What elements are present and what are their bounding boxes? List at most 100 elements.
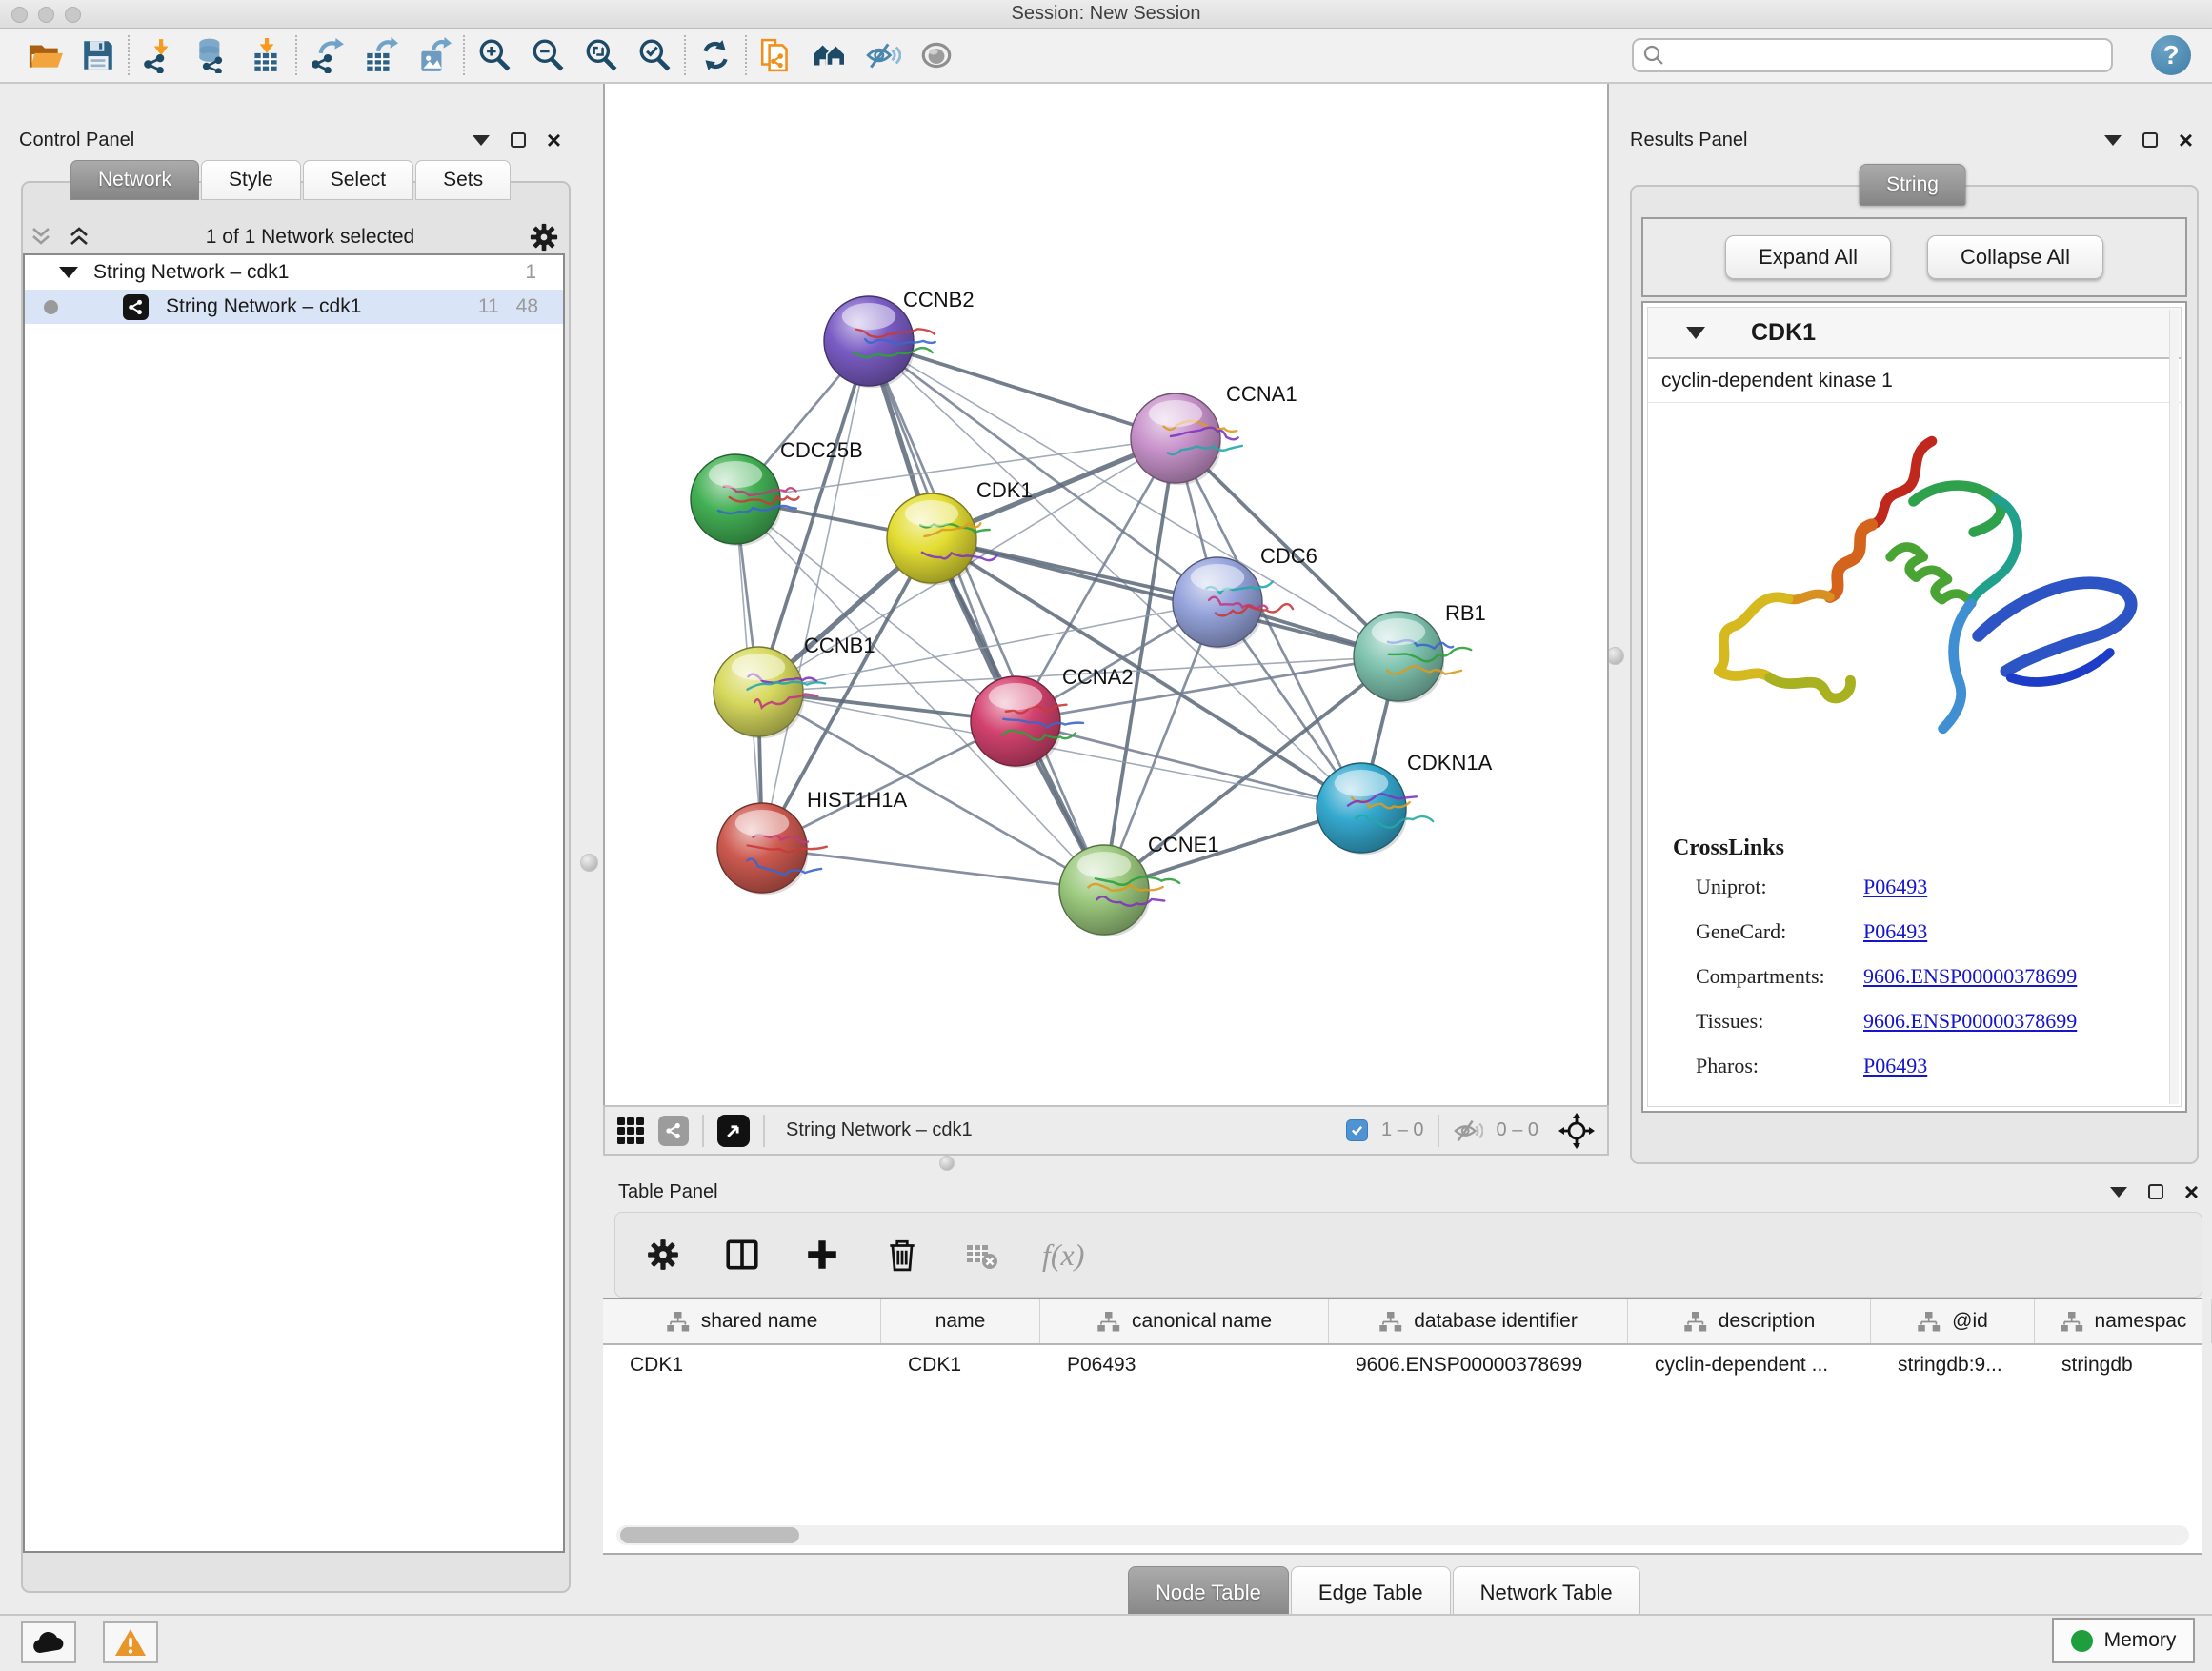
table-settings-gear-icon[interactable] bbox=[646, 1238, 680, 1272]
column-header--id[interactable]: @id bbox=[1871, 1299, 2035, 1343]
selected-items-checkbox-icon[interactable] bbox=[1346, 1119, 1368, 1141]
edge-CCNB2-HIST1H1A[interactable] bbox=[762, 341, 869, 848]
network-options-gear-icon[interactable] bbox=[529, 222, 559, 252]
import-table-file-button[interactable] bbox=[248, 37, 284, 73]
column-header-namespac[interactable]: namespac bbox=[2035, 1299, 2212, 1343]
node-RB1[interactable]: RB1 bbox=[1354, 601, 1486, 703]
import-network-file-button[interactable] bbox=[141, 37, 177, 73]
close-panel-icon[interactable]: × bbox=[2179, 128, 2193, 152]
float-panel-icon[interactable] bbox=[511, 132, 526, 148]
expand-all-button[interactable]: Expand All bbox=[1725, 235, 1891, 279]
scrollbar-thumb[interactable] bbox=[620, 1527, 799, 1543]
warnings-button[interactable] bbox=[103, 1621, 158, 1663]
show-all-button[interactable] bbox=[918, 37, 955, 73]
hide-selected-button[interactable] bbox=[865, 37, 901, 73]
network-view-canvas[interactable]: CCNB2CCNA1CDC25BCDK1CDC6RB1CCNB1CCNA2CDK… bbox=[603, 84, 1609, 1105]
export-table-button[interactable] bbox=[362, 37, 398, 73]
tab-select[interactable]: Select bbox=[303, 160, 413, 200]
node-CCNB2[interactable]: CCNB2 bbox=[824, 288, 975, 388]
network-collection-row[interactable]: String Network – cdk1 1 bbox=[25, 255, 563, 290]
table-cell[interactable]: CDK1 bbox=[603, 1345, 881, 1385]
export-image-button[interactable] bbox=[415, 37, 452, 73]
table-row[interactable]: CDK1CDK1P064939606.ENSP00000378699cyclin… bbox=[603, 1345, 2202, 1385]
tab-network[interactable]: Network bbox=[70, 160, 199, 200]
window-controls[interactable] bbox=[11, 0, 81, 29]
network-share-view-icon[interactable] bbox=[658, 1116, 689, 1146]
refresh-view-button[interactable] bbox=[697, 37, 734, 73]
tab-edge-table[interactable]: Edge Table bbox=[1291, 1566, 1451, 1620]
zoom-in-button[interactable] bbox=[476, 37, 513, 73]
grid-view-icon[interactable] bbox=[616, 1117, 645, 1145]
entry-expand-triangle[interactable] bbox=[1686, 327, 1705, 339]
column-header-shared-name[interactable]: shared name bbox=[603, 1299, 881, 1343]
help-button[interactable]: ? bbox=[2151, 35, 2191, 75]
crosslink-link[interactable]: 9606.ENSP00000378699 bbox=[1863, 1009, 2077, 1034]
crosslink-link[interactable]: P06493 bbox=[1863, 1054, 1927, 1078]
table-cell[interactable]: CDK1 bbox=[881, 1345, 1040, 1385]
node-HIST1H1A[interactable]: HIST1H1A bbox=[717, 788, 907, 895]
function-builder-icon[interactable]: f(x) bbox=[1042, 1238, 1084, 1273]
tab-sets[interactable]: Sets bbox=[415, 160, 511, 200]
left-splitter-handle[interactable] bbox=[580, 854, 598, 872]
close-panel-icon[interactable]: × bbox=[547, 128, 561, 152]
table-cell[interactable]: stringdb bbox=[2035, 1345, 2212, 1385]
expand-all-networks-icon[interactable] bbox=[67, 225, 91, 250]
memory-button[interactable]: Memory bbox=[2052, 1618, 2195, 1663]
network-graph[interactable]: CCNB2CCNA1CDC25BCDK1CDC6RB1CCNB1CCNA2CDK… bbox=[605, 84, 1607, 1105]
close-panel-icon[interactable]: × bbox=[2184, 1179, 2199, 1204]
table-cell[interactable]: stringdb:9... bbox=[1871, 1345, 2035, 1385]
node-CDK1[interactable]: CDK1 bbox=[887, 478, 1033, 585]
hidden-items-eye-slash-icon[interactable] bbox=[1453, 1117, 1483, 1144]
edge-HIST1H1A-CCNE1[interactable] bbox=[762, 848, 1104, 890]
maximize-window-button[interactable] bbox=[65, 7, 81, 23]
show-columns-icon[interactable] bbox=[724, 1237, 760, 1273]
export-network-button[interactable] bbox=[309, 37, 345, 73]
node-CDC6[interactable]: CDC6 bbox=[1173, 544, 1317, 649]
crosslink-link[interactable]: P06493 bbox=[1863, 919, 1927, 944]
column-header-database-identifier[interactable]: database identifier bbox=[1329, 1299, 1628, 1343]
zoom-fit-button[interactable] bbox=[583, 37, 619, 73]
birds-eye-crosshair-icon[interactable] bbox=[1558, 1112, 1596, 1150]
collapse-all-networks-icon[interactable] bbox=[29, 225, 53, 250]
add-column-plus-icon[interactable] bbox=[804, 1237, 840, 1273]
results-scrollbar[interactable] bbox=[2169, 310, 2179, 1104]
panel-menu-icon[interactable] bbox=[473, 135, 490, 146]
cloud-status-button[interactable] bbox=[21, 1621, 76, 1663]
table-cell[interactable]: 9606.ENSP00000378699 bbox=[1329, 1345, 1628, 1385]
delete-column-trash-icon[interactable] bbox=[884, 1237, 920, 1273]
panel-menu-icon[interactable] bbox=[2110, 1187, 2127, 1198]
tab-string[interactable]: String bbox=[1859, 164, 1966, 206]
import-network-database-button[interactable] bbox=[194, 37, 231, 73]
search-input[interactable] bbox=[1666, 45, 2103, 66]
minimize-window-button[interactable] bbox=[38, 7, 54, 23]
open-in-new-view-icon[interactable] bbox=[717, 1115, 750, 1147]
collapse-all-button[interactable]: Collapse All bbox=[1927, 235, 2103, 279]
zoom-out-button[interactable] bbox=[530, 37, 566, 73]
float-panel-icon[interactable] bbox=[2148, 1184, 2163, 1199]
tab-network-table[interactable]: Network Table bbox=[1453, 1566, 1640, 1620]
column-header-description[interactable]: description bbox=[1628, 1299, 1871, 1343]
save-session-button[interactable] bbox=[80, 37, 116, 73]
open-session-button[interactable] bbox=[27, 37, 63, 73]
node-CCNA1[interactable]: CCNA1 bbox=[1131, 382, 1297, 485]
column-header-name[interactable]: name bbox=[881, 1299, 1040, 1343]
crosslink-link[interactable]: 9606.ENSP00000378699 bbox=[1863, 964, 2077, 989]
edge-CDK1-RB1[interactable] bbox=[932, 538, 1398, 656]
table-horizontal-scrollbar[interactable] bbox=[616, 1525, 2189, 1545]
share-page-button[interactable] bbox=[758, 37, 794, 73]
homes-button[interactable] bbox=[812, 37, 848, 73]
float-panel-icon[interactable] bbox=[2142, 132, 2158, 148]
global-search-box[interactable] bbox=[1632, 38, 2113, 72]
table-cell[interactable]: cyclin-dependent ... bbox=[1628, 1345, 1871, 1385]
table-cell[interactable]: P06493 bbox=[1040, 1345, 1329, 1385]
column-header-canonical-name[interactable]: canonical name bbox=[1040, 1299, 1329, 1343]
tab-node-table[interactable]: Node Table bbox=[1128, 1566, 1289, 1620]
tab-style[interactable]: Style bbox=[201, 160, 301, 200]
delete-table-icon[interactable] bbox=[964, 1238, 998, 1272]
zoom-selected-button[interactable] bbox=[636, 37, 673, 73]
collection-expand-triangle[interactable] bbox=[59, 267, 78, 278]
edge-CCNB2-CCNA1[interactable] bbox=[869, 341, 1176, 438]
close-window-button[interactable] bbox=[11, 7, 28, 23]
gene-entry-header[interactable]: CDK1 bbox=[1648, 308, 2181, 359]
node-CDKN1A[interactable]: CDKN1A bbox=[1317, 751, 1493, 855]
